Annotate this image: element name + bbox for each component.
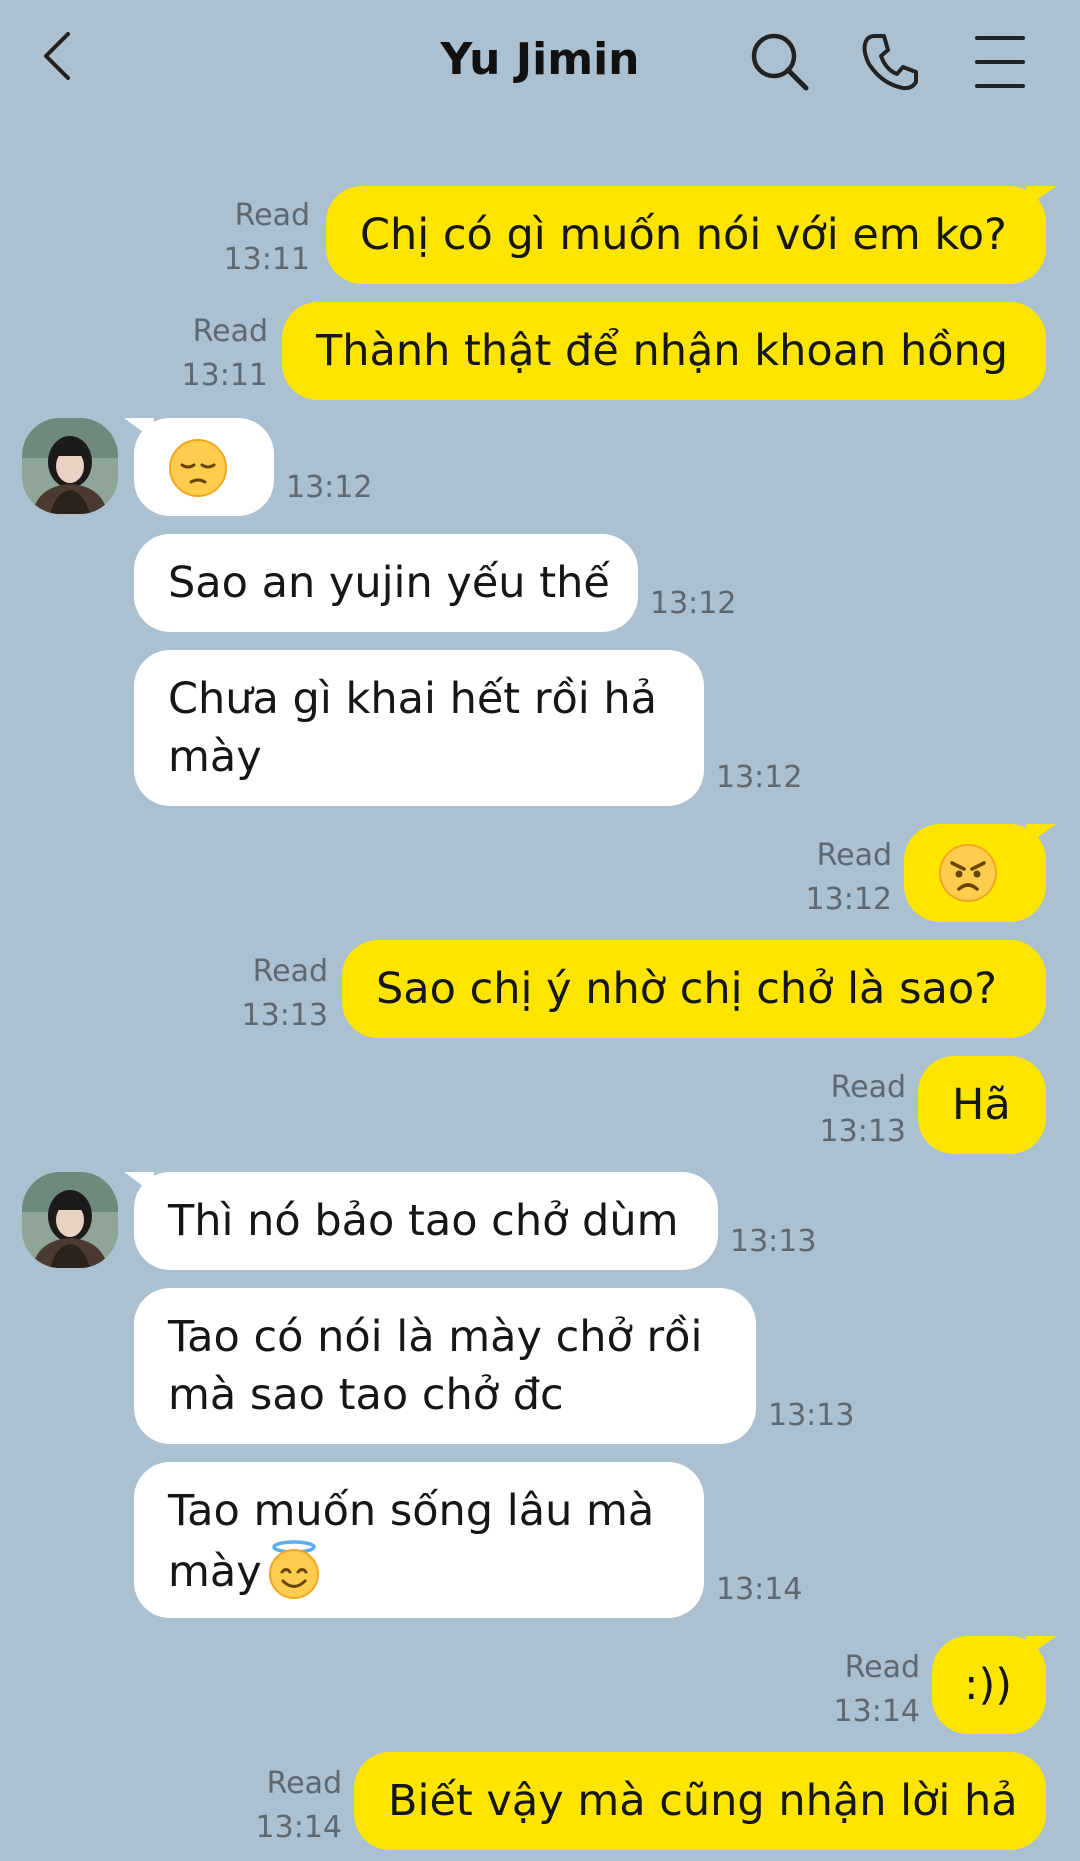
- angry-face-icon: [939, 844, 997, 902]
- avatar[interactable]: [22, 418, 118, 514]
- message-time: 13:13: [730, 1224, 817, 1259]
- message-bubble-outgoing[interactable]: Biết vậy mà cũng nhận lời hả: [354, 1752, 1046, 1850]
- message-time: 13:14: [833, 1694, 920, 1729]
- message-bubble-outgoing[interactable]: Sao chị ý nhờ chị chở là sao?: [342, 940, 1046, 1038]
- message-time: 13:11: [223, 242, 310, 277]
- message-bubble-incoming[interactable]: [134, 418, 274, 516]
- read-receipt: Read: [234, 198, 310, 233]
- message-bubble-outgoing[interactable]: Chị có gì muốn nói với em ko?: [326, 186, 1046, 284]
- read-receipt: Read: [816, 838, 892, 873]
- message-bubble-incoming[interactable]: Thì nó bảo tao chở dùm: [134, 1172, 718, 1270]
- read-receipt: Read: [830, 1070, 906, 1105]
- message-line-text: mày: [168, 1547, 262, 1597]
- message-line: Tao muốn sống lâu mà: [168, 1486, 655, 1536]
- message-bubble-incoming[interactable]: Tao muốn sống lâu mà mày: [134, 1462, 704, 1618]
- message-time: 13:14: [255, 1810, 342, 1845]
- message-line: Chưa gì khai hết rồi hả: [168, 674, 658, 724]
- message-time: 13:13: [241, 998, 328, 1033]
- message-time: 13:12: [716, 760, 803, 795]
- message-bubble-incoming[interactable]: Sao an yujin yếu thế: [134, 534, 638, 632]
- message-list[interactable]: Read 13:11 Chị có gì muốn nói với em ko?…: [0, 0, 1080, 1861]
- read-receipt: Read: [252, 954, 328, 989]
- message-bubble-outgoing[interactable]: [904, 824, 1046, 922]
- read-receipt: Read: [844, 1650, 920, 1685]
- message-bubble-incoming[interactable]: Chưa gì khai hết rồi hả mày: [134, 650, 704, 806]
- message-time: 13:12: [286, 470, 373, 505]
- read-receipt: Read: [266, 1766, 342, 1801]
- message-time: 13:13: [819, 1114, 906, 1149]
- message-line: mày: [168, 732, 262, 782]
- message-time: 13:12: [650, 586, 737, 621]
- message-time: 13:14: [716, 1572, 803, 1607]
- message-time: 13:11: [181, 358, 268, 393]
- message-bubble-outgoing[interactable]: Thành thật để nhận khoan hồng: [282, 302, 1046, 400]
- message-time: 13:12: [805, 882, 892, 917]
- message-line: mà sao tao chở đc: [168, 1370, 564, 1420]
- smiling-face-with-halo-icon: [268, 1540, 319, 1599]
- message-bubble-outgoing[interactable]: :)): [932, 1636, 1046, 1734]
- message-line: mày: [168, 1540, 670, 1601]
- message-time: 13:13: [768, 1398, 855, 1433]
- pensive-face-icon: [169, 439, 227, 497]
- avatar[interactable]: [22, 1172, 118, 1268]
- message-bubble-incoming[interactable]: Tao có nói là mày chở rồi mà sao tao chở…: [134, 1288, 756, 1444]
- read-receipt: Read: [192, 314, 268, 349]
- message-line: Tao có nói là mày chở rồi: [168, 1312, 703, 1362]
- message-bubble-outgoing[interactable]: Hã: [918, 1056, 1046, 1154]
